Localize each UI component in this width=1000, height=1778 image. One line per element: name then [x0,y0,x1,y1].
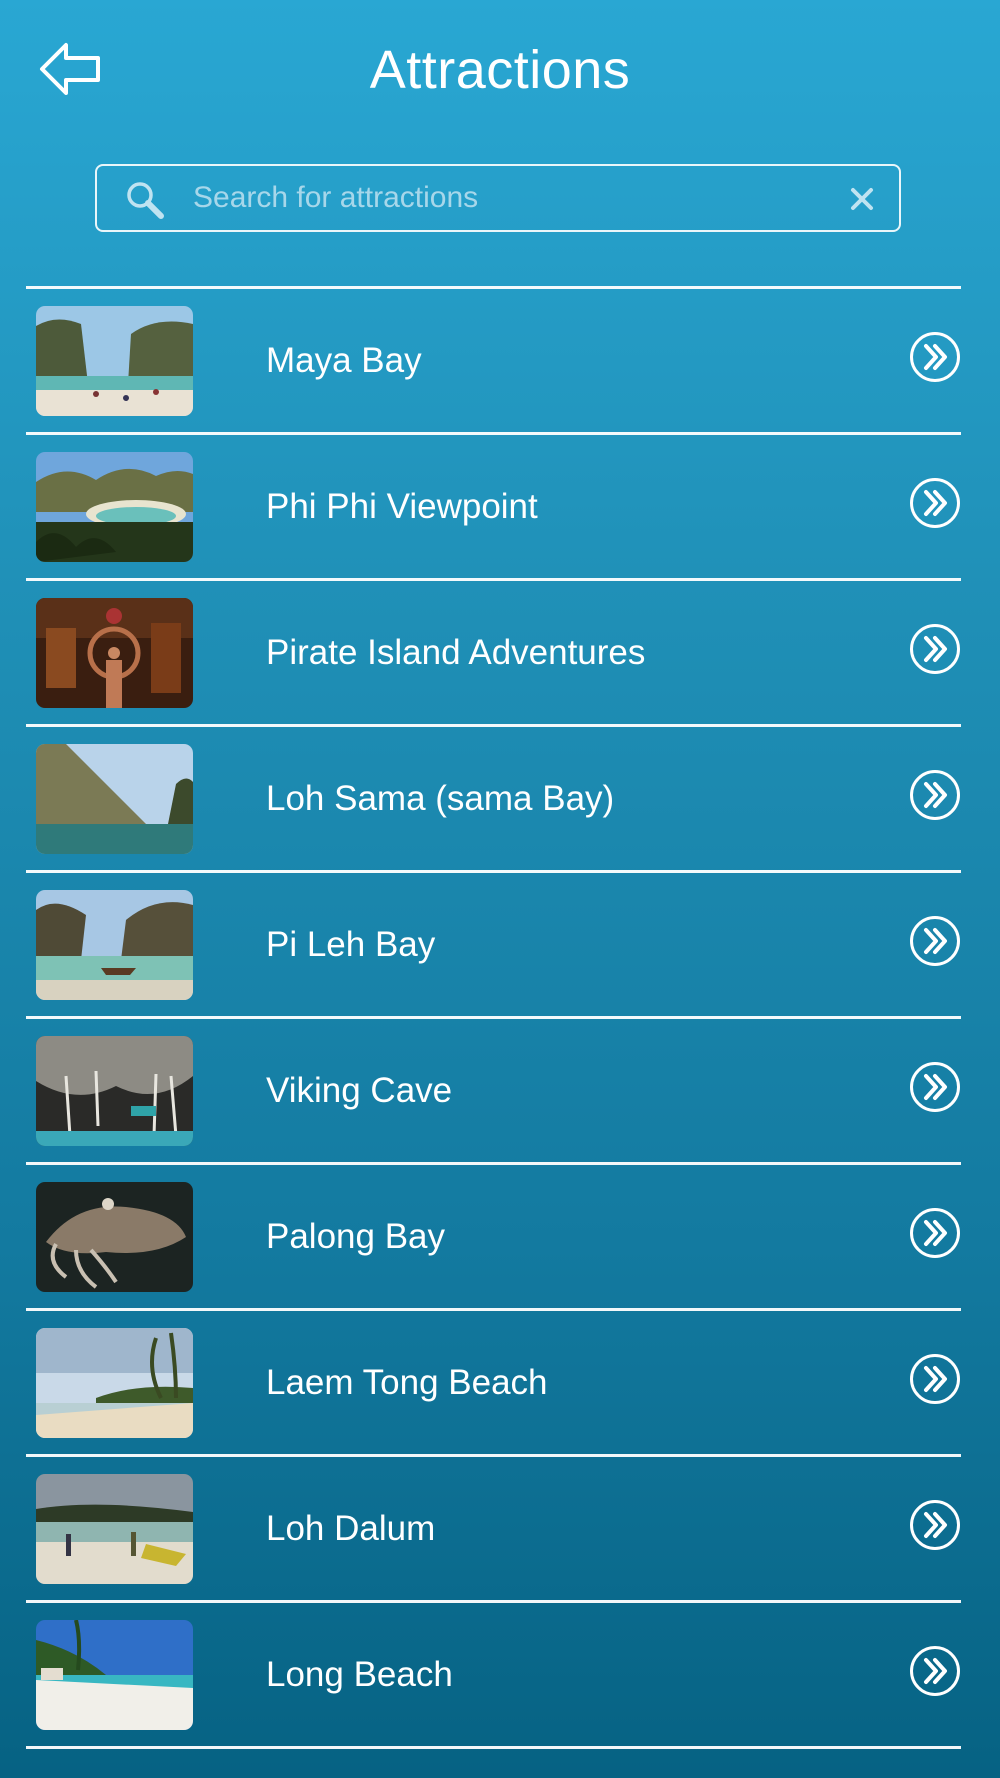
palong-bay-photo [36,1182,193,1292]
chevron-double-right-icon[interactable] [909,915,961,967]
list-item-pirate-island-adventures[interactable]: Pirate Island Adventures [26,578,961,724]
loh-dalum-photo [36,1474,193,1584]
long-beach-photo [36,1620,193,1730]
chevron-double-right-icon[interactable] [909,1061,961,1113]
maya-bay-photo [36,306,193,416]
search-input[interactable] [193,174,813,222]
pi-leh-bay-photo [36,890,193,1000]
chevron-double-right-icon[interactable] [909,623,961,675]
chevron-double-right-icon[interactable] [909,1499,961,1551]
list-item-viking-cave[interactable]: Viking Cave [26,1016,961,1162]
viking-cave-photo [36,1036,193,1146]
list-item-maya-bay[interactable]: Maya Bay [26,286,961,432]
list-item-palong-bay[interactable]: Palong Bay [26,1162,961,1308]
chevron-double-right-icon[interactable] [909,769,961,821]
chevron-double-right-icon[interactable] [909,1353,961,1405]
chevron-double-right-icon[interactable] [909,331,961,383]
list-item-laem-tong-beach[interactable]: Laem Tong Beach [26,1308,961,1454]
header-bar: Attractions [0,0,1000,140]
list-item-long-beach[interactable]: Long Beach [26,1600,961,1749]
item-label: Maya Bay [266,341,422,380]
laem-tong-beach-photo [36,1328,193,1438]
search-icon [125,180,165,220]
chevron-double-right-icon[interactable] [909,1645,961,1697]
item-label: Pirate Island Adventures [266,633,646,672]
item-label: Viking Cave [266,1071,453,1110]
pirate-island-photo [36,598,193,708]
page-title: Attractions [369,40,631,100]
chevron-double-right-icon[interactable] [909,1207,961,1259]
phi-phi-viewpoint-photo [36,452,193,562]
attractions-list: Maya Bay Phi Phi Viewpoint Pirate Island… [26,286,961,1749]
list-item-loh-dalum[interactable]: Loh Dalum [26,1454,961,1600]
list-item-phi-phi-viewpoint[interactable]: Phi Phi Viewpoint [26,432,961,578]
list-item-loh-sama[interactable]: Loh Sama (sama Bay) [26,724,961,870]
list-item-pi-leh-bay[interactable]: Pi Leh Bay [26,870,961,1016]
item-label: Loh Dalum [266,1509,436,1548]
clear-icon[interactable] [847,184,877,214]
item-label: Phi Phi Viewpoint [266,487,538,526]
item-label: Laem Tong Beach [266,1363,548,1402]
search-bar[interactable] [95,164,901,232]
item-label: Pi Leh Bay [266,925,436,964]
loh-sama-photo [36,744,193,854]
item-label: Loh Sama (sama Bay) [266,779,615,818]
item-label: Long Beach [266,1655,453,1694]
chevron-double-right-icon[interactable] [909,477,961,529]
item-label: Palong Bay [266,1217,446,1256]
